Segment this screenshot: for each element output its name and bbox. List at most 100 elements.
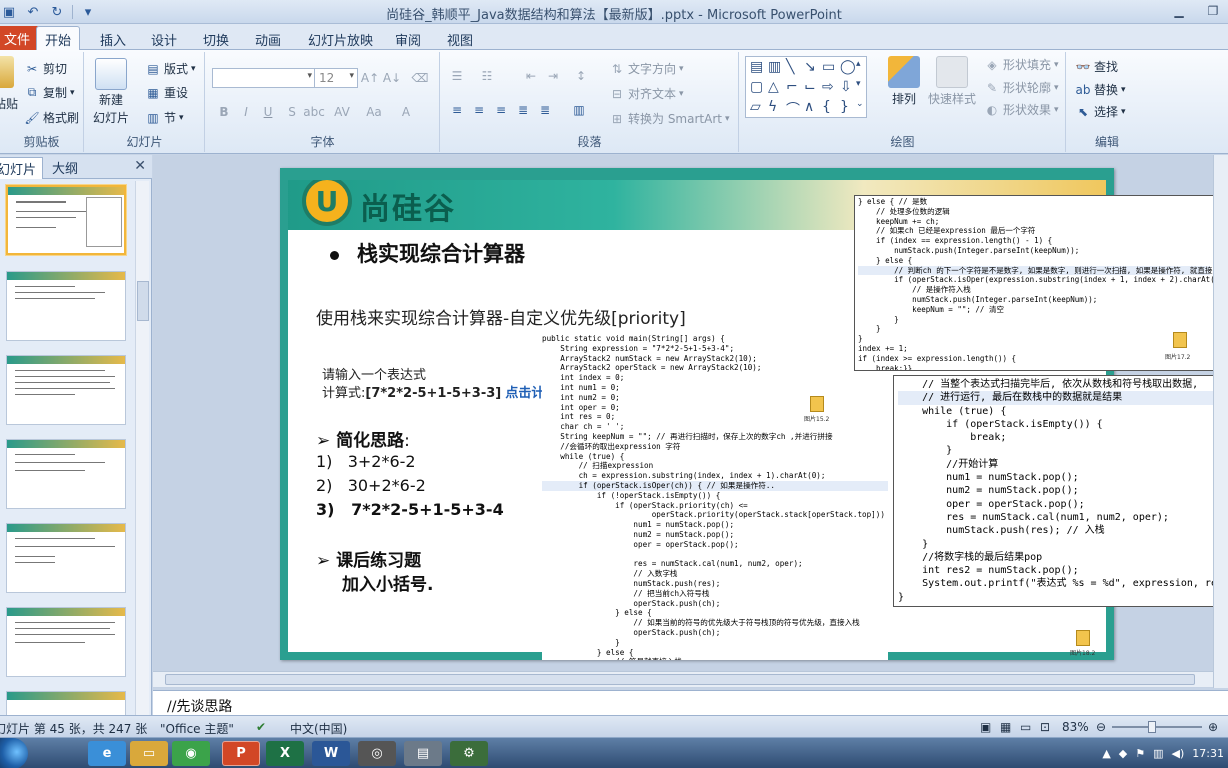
- tab-file[interactable]: 文件: [0, 26, 41, 50]
- excel-icon[interactable]: X: [266, 741, 304, 766]
- powerpoint-icon[interactable]: P: [222, 741, 260, 766]
- oval-shape-icon[interactable]: ◯: [840, 59, 856, 75]
- line-shape-icon[interactable]: ╲: [786, 59, 794, 75]
- shrink-font-button[interactable]: A↓: [383, 70, 401, 86]
- shapes-gallery[interactable]: ▤ ▥ ╲ ↘ ▭ ◯ ▢ △ ⌐ ⌙ ⇨ ⇩ ▱ ϟ ⌒ ∧ { } ▴ ▾ …: [745, 56, 867, 118]
- tab-insert[interactable]: 插入: [92, 28, 134, 50]
- section-button[interactable]: ▥ 节 ▾: [145, 109, 183, 126]
- gallery-down-icon[interactable]: ▾: [856, 79, 861, 89]
- ie-icon[interactable]: e: [88, 741, 126, 766]
- app-icon[interactable]: ◎: [358, 741, 396, 766]
- thumbnail-scroll-thumb[interactable]: [137, 281, 149, 321]
- normal-view-icon[interactable]: ▣: [980, 720, 991, 734]
- line-spacing-button[interactable]: ↕: [573, 68, 589, 84]
- find-button[interactable]: 👓 查找: [1075, 58, 1119, 75]
- slide-thumbnail[interactable]: [6, 439, 126, 509]
- word-icon[interactable]: W: [312, 741, 350, 766]
- right-arrow-shape-icon[interactable]: ⇨: [822, 79, 834, 95]
- down-arrow-shape-icon[interactable]: ⇩: [840, 79, 852, 95]
- quick-styles-button[interactable]: 快速样式: [928, 56, 976, 107]
- new-slide-button[interactable]: 新建 幻灯片: [93, 58, 129, 126]
- slide-thumbnail[interactable]: [6, 355, 126, 425]
- layout-button[interactable]: ▤ 版式 ▾: [145, 60, 195, 77]
- numbering-button[interactable]: ☷: [479, 68, 495, 84]
- slide-subtitle[interactable]: 使用栈来实现综合计算器-自定义优先级[priority]: [316, 304, 686, 329]
- tab-view[interactable]: 视图: [439, 28, 481, 50]
- slide-thumbnail[interactable]: [6, 185, 126, 255]
- lightning-shape-icon[interactable]: ϟ: [768, 99, 777, 115]
- close-panel-icon[interactable]: ✕: [134, 158, 146, 174]
- slide-thumbnail[interactable]: [6, 523, 126, 593]
- tool-icon[interactable]: ⚙: [450, 741, 488, 766]
- reading-view-icon[interactable]: ▭: [1020, 720, 1031, 734]
- grow-font-button[interactable]: A↑: [361, 70, 379, 86]
- slide-vertical-scrollbar[interactable]: [1213, 155, 1228, 688]
- minimize-icon[interactable]: ▁: [1170, 2, 1188, 20]
- volume-icon[interactable]: ◀): [1172, 747, 1185, 760]
- char-spacing-button[interactable]: AV: [334, 104, 350, 120]
- homework-sub[interactable]: 加入小括号.: [342, 570, 433, 595]
- vertical-textbox-shape-icon[interactable]: ▥: [768, 59, 781, 75]
- language-indicator[interactable]: 中文(中国): [290, 720, 347, 737]
- code-popup-number-branch[interactable]: } else { // 是数 // 处理多位数的逻辑 keepNum += ch…: [854, 195, 1214, 371]
- slide-sorter-icon[interactable]: ▦: [1000, 720, 1011, 734]
- tab-slideshow[interactable]: 幻灯片放映: [300, 28, 381, 50]
- slide-thumbnail[interactable]: [6, 691, 126, 715]
- paste-button[interactable]: 粘贴: [0, 56, 18, 112]
- shape-outline-button[interactable]: ✎ 形状轮廓 ▾: [984, 79, 1059, 96]
- left-brace-shape-icon[interactable]: {: [822, 99, 831, 115]
- clock[interactable]: 17:31: [1192, 747, 1224, 760]
- slide-thumbnail[interactable]: [6, 271, 126, 341]
- replace-button[interactable]: ab 替换 ▾: [1075, 81, 1126, 98]
- change-case-button[interactable]: Aa: [366, 104, 382, 120]
- gallery-more-icon[interactable]: ⌄: [856, 99, 864, 109]
- steps-list[interactable]: 1) 3+2*6-2 2) 30+2*6-2 3) 7*2*2-5+1-5+3-…: [316, 450, 504, 522]
- code-popup-final-calc[interactable]: // 当整个表达式扫描完毕后, 依次从数栈和符号栈取出数据, // 进行运行, …: [893, 375, 1228, 607]
- shadow-button[interactable]: S: [284, 104, 300, 120]
- cut-button[interactable]: ✂ 剪切: [24, 60, 67, 77]
- zoom-slider[interactable]: [1112, 726, 1202, 728]
- zoom-slider-thumb[interactable]: [1148, 721, 1156, 733]
- underline-button[interactable]: U: [260, 104, 276, 120]
- zoom-out-icon[interactable]: ⊖: [1096, 720, 1106, 734]
- slide-thumbnail[interactable]: [6, 607, 126, 677]
- justify-button[interactable]: ≣: [515, 102, 531, 118]
- flowchart-shape-icon[interactable]: ▱: [750, 99, 761, 115]
- notes-pane[interactable]: //先谈思路: [153, 690, 1228, 715]
- homework-heading[interactable]: ➢ 课后练习题: [316, 546, 421, 571]
- restore-icon[interactable]: ❐: [1204, 2, 1222, 20]
- tray-app-icon[interactable]: ◆: [1119, 747, 1127, 760]
- arrow-line-shape-icon[interactable]: ↘: [804, 59, 816, 75]
- tray-arrow-icon[interactable]: ▲: [1102, 747, 1110, 760]
- tab-outline-panel[interactable]: 大纲: [52, 158, 78, 177]
- tab-home[interactable]: 开始: [36, 26, 81, 50]
- increase-indent-button[interactable]: ⇥: [545, 68, 561, 84]
- arrange-button[interactable]: 排列: [888, 56, 920, 107]
- simplify-heading[interactable]: ➢ 简化思路:: [316, 426, 410, 451]
- horizontal-scroll-thumb[interactable]: [165, 674, 1195, 685]
- explorer-icon[interactable]: ▭: [130, 741, 168, 766]
- italic-button[interactable]: I: [238, 104, 254, 120]
- zoom-in-icon[interactable]: ⊕: [1208, 720, 1218, 734]
- freeform-shape-icon[interactable]: ∧: [804, 99, 814, 115]
- thumbnail-scrollbar[interactable]: [135, 181, 149, 715]
- shape-fill-button[interactable]: ◈ 形状填充 ▾: [984, 56, 1058, 73]
- chrome-icon[interactable]: ◉: [172, 741, 210, 766]
- zoom-level[interactable]: 83%: [1062, 720, 1089, 734]
- triangle-shape-icon[interactable]: △: [768, 79, 779, 95]
- font-size-box[interactable]: 12 ▾: [314, 68, 358, 88]
- elbow-arrow-shape-icon[interactable]: ⌙: [804, 79, 816, 95]
- font-name-box[interactable]: ▾: [212, 68, 316, 88]
- rectangle-shape-icon[interactable]: ▭: [822, 59, 835, 75]
- format-painter-button[interactable]: 🖌 格式刷: [24, 109, 79, 126]
- textbox-shape-icon[interactable]: ▤: [750, 59, 763, 75]
- curve-shape-icon[interactable]: ⌒: [786, 99, 800, 119]
- tab-design[interactable]: 设计: [143, 28, 185, 50]
- theme-name[interactable]: "Office 主题": [160, 720, 234, 737]
- font-color-button[interactable]: A: [398, 104, 414, 120]
- smartart-button[interactable]: ⊞ 转换为 SmartArt ▾: [609, 110, 730, 127]
- notes-text[interactable]: //先谈思路: [167, 696, 232, 716]
- tab-transitions[interactable]: 切换: [195, 28, 237, 50]
- gallery-up-icon[interactable]: ▴: [856, 59, 861, 69]
- align-left-button[interactable]: ≡: [449, 102, 465, 118]
